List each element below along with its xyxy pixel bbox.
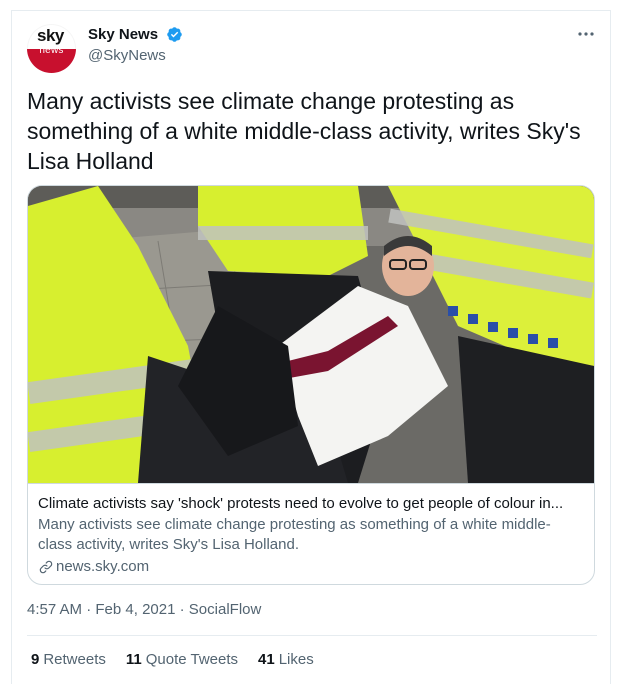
tweet-date: Feb 4, 2021 bbox=[95, 601, 176, 618]
author-names: Sky News @SkyNews bbox=[88, 26, 183, 64]
card-domain-row: news.sky.com bbox=[38, 557, 582, 577]
avatar[interactable]: sky news bbox=[27, 24, 76, 73]
tweet-header: sky news Sky News @SkyNews bbox=[27, 24, 597, 73]
tweet-stats: 9 Retweets 11 Quote Tweets 41 Likes bbox=[31, 650, 334, 670]
tweet-source[interactable]: SocialFlow bbox=[189, 601, 262, 618]
avatar-logo-sky: sky bbox=[37, 26, 64, 45]
avatar-logo-news: news bbox=[39, 45, 64, 56]
tweet-text: Many activists see climate change protes… bbox=[27, 88, 581, 174]
more-horizontal-icon[interactable] bbox=[575, 24, 597, 46]
card-title: Climate activists say 'shock' protests n… bbox=[38, 495, 564, 512]
card-description: Many activists see climate change protes… bbox=[38, 516, 551, 553]
quote-tweets-count: 11 bbox=[125, 651, 142, 668]
retweets-stat[interactable]: 9 Retweets bbox=[31, 650, 106, 670]
likes-stat[interactable]: 41 Likes bbox=[258, 650, 314, 670]
author-display-name[interactable]: Sky News bbox=[88, 26, 158, 43]
tweet-time-link[interactable]: 4:57 AM · Feb 4, 2021 bbox=[27, 601, 175, 618]
quote-tweets-label: Quote Tweets bbox=[145, 651, 239, 668]
card-domain: news.sky.com bbox=[56, 558, 150, 575]
tweet-time: 4:57 AM bbox=[27, 601, 83, 618]
separator: · bbox=[179, 601, 185, 618]
author-handle[interactable]: @SkyNews bbox=[88, 47, 183, 64]
link-icon bbox=[39, 560, 53, 574]
tweet-timestamp: 4:57 AM · Feb 4, 2021 · SocialFlow bbox=[27, 600, 261, 620]
retweets-count: 9 bbox=[31, 651, 40, 668]
protest-photo-image bbox=[28, 186, 594, 483]
likes-count: 41 bbox=[258, 651, 275, 668]
more-dots-icon bbox=[578, 32, 594, 36]
link-card[interactable]: Climate activists say 'shock' protests n… bbox=[27, 185, 595, 585]
quote-tweets-stat[interactable]: 11 Quote Tweets bbox=[126, 650, 238, 670]
retweets-label: Retweets bbox=[43, 651, 106, 668]
card-meta[interactable]: Climate activists say 'shock' protests n… bbox=[28, 483, 594, 584]
likes-label: Likes bbox=[278, 651, 314, 668]
verified-badge-icon bbox=[166, 27, 182, 43]
separator: · bbox=[86, 601, 92, 618]
card-image[interactable] bbox=[28, 186, 594, 483]
divider bbox=[27, 635, 597, 636]
